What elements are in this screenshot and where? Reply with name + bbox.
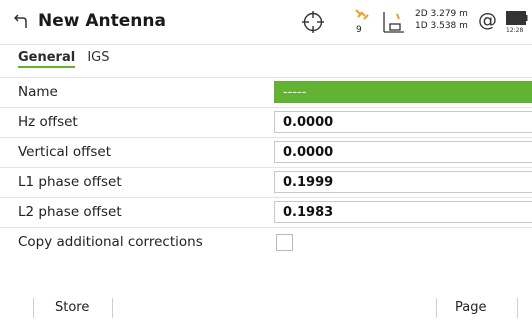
hz-offset-field[interactable]	[274, 111, 532, 133]
name-field[interactable]	[274, 81, 532, 103]
softkey-divider	[33, 298, 34, 318]
l2-phase-offset-label: L2 phase offset	[18, 204, 122, 220]
satellite-icon[interactable]	[353, 8, 371, 22]
quality-2d: 2D 3.279 m	[415, 9, 468, 19]
hz-offset-label: Hz offset	[18, 114, 78, 130]
softkey-divider	[112, 298, 113, 318]
softkey-divider	[517, 298, 518, 318]
battery-icon[interactable]	[506, 11, 528, 25]
back-arrow-icon[interactable]	[14, 12, 28, 30]
row-name: Name	[0, 77, 532, 108]
row-copy-corrections: Copy additional corrections	[0, 228, 532, 257]
name-label: Name	[18, 84, 58, 100]
vertical-offset-field[interactable]	[274, 141, 532, 163]
crosshair-icon[interactable]	[302, 11, 324, 33]
tab-igs[interactable]: IGS	[87, 50, 109, 65]
row-l2-phase-offset: L2 phase offset	[0, 198, 532, 228]
vertical-offset-label: Vertical offset	[18, 144, 112, 160]
tab-bar: General IGS	[18, 50, 118, 70]
page-title: New Antenna	[38, 11, 166, 31]
quality-1d: 1D 3.538 m	[415, 21, 468, 31]
row-hz-offset: Hz offset	[0, 108, 532, 138]
copy-corrections-checkbox[interactable]	[276, 234, 293, 251]
l1-phase-offset-field[interactable]	[274, 171, 532, 193]
softkey-bar: Store Page	[0, 296, 532, 320]
row-l1-phase-offset: L1 phase offset	[0, 168, 532, 198]
copy-corrections-label: Copy additional corrections	[18, 234, 203, 250]
gnss-receiver-icon[interactable]	[382, 10, 406, 34]
page-button[interactable]: Page	[455, 300, 486, 315]
tab-general[interactable]: General	[18, 50, 76, 68]
l2-phase-offset-field[interactable]	[274, 201, 532, 223]
row-vertical-offset: Vertical offset	[0, 138, 532, 168]
title-bar: New Antenna 9 2D 3.279 m 1D 3.538 m @ 12…	[0, 0, 532, 45]
l1-phase-offset-label: L1 phase offset	[18, 174, 122, 190]
satellite-count: 9	[356, 25, 362, 35]
position-quality: 2D 3.279 m 1D 3.538 m	[415, 8, 468, 32]
store-button[interactable]: Store	[55, 300, 89, 315]
antenna-form: Name Hz offset Vertical offset L1 phase …	[0, 77, 532, 257]
clock: 12:28	[506, 27, 524, 34]
softkey-divider	[436, 298, 437, 318]
connection-at-icon[interactable]: @	[478, 9, 497, 31]
